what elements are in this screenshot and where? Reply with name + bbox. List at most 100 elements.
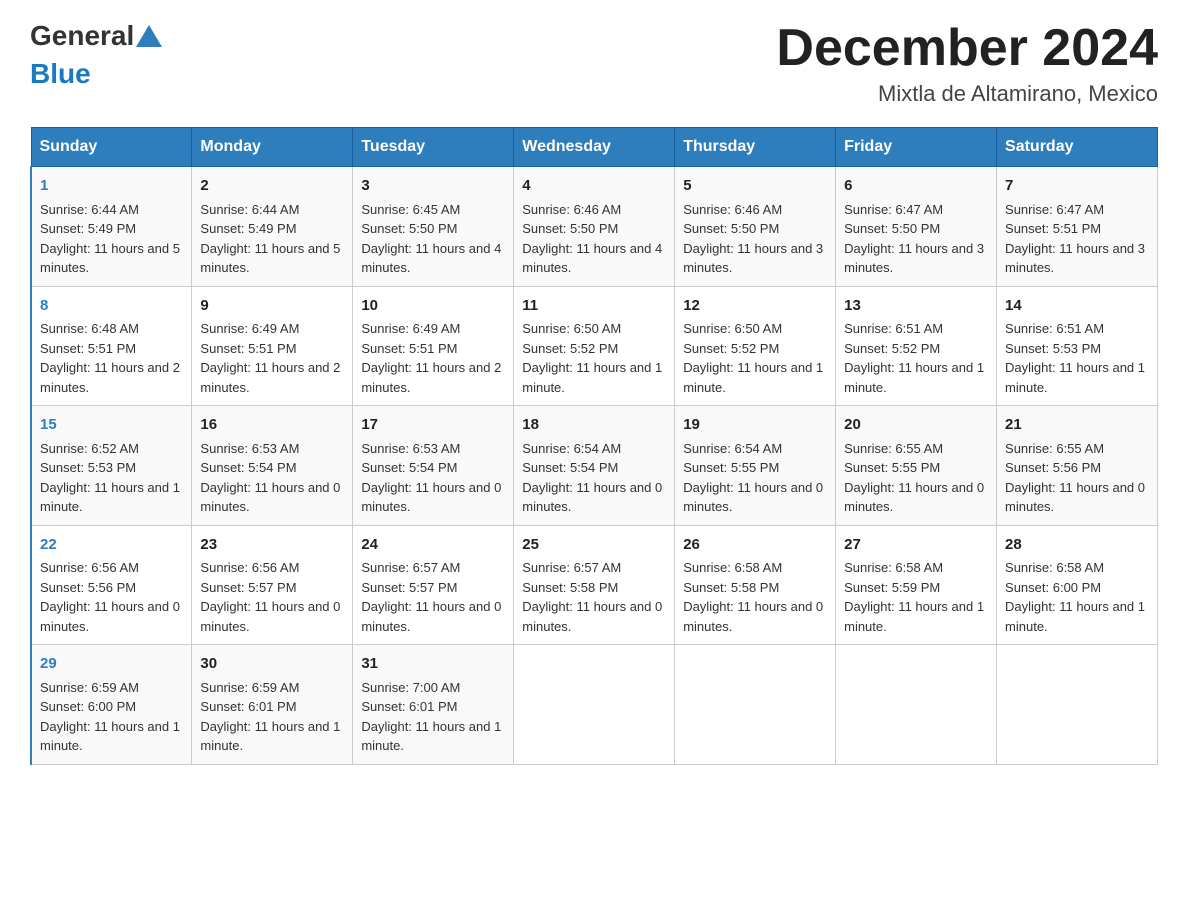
calendar-day-cell: 5 Sunrise: 6:46 AMSunset: 5:50 PMDayligh… bbox=[675, 167, 836, 287]
day-number: 8 bbox=[40, 295, 183, 318]
day-number: 4 bbox=[522, 175, 666, 198]
col-monday: Monday bbox=[192, 128, 353, 167]
day-info: Sunrise: 6:50 AMSunset: 5:52 PMDaylight:… bbox=[522, 321, 662, 395]
calendar-week-row: 8 Sunrise: 6:48 AMSunset: 5:51 PMDayligh… bbox=[31, 286, 1158, 406]
calendar-day-cell: 7 Sunrise: 6:47 AMSunset: 5:51 PMDayligh… bbox=[997, 167, 1158, 287]
calendar-day-cell: 9 Sunrise: 6:49 AMSunset: 5:51 PMDayligh… bbox=[192, 286, 353, 406]
calendar-day-cell: 3 Sunrise: 6:45 AMSunset: 5:50 PMDayligh… bbox=[353, 167, 514, 287]
day-number: 15 bbox=[40, 414, 183, 437]
day-number: 24 bbox=[361, 534, 505, 557]
calendar-day-cell: 20 Sunrise: 6:55 AMSunset: 5:55 PMDaylig… bbox=[836, 406, 997, 526]
day-info: Sunrise: 6:58 AMSunset: 6:00 PMDaylight:… bbox=[1005, 560, 1145, 634]
day-number: 6 bbox=[844, 175, 988, 198]
title-block: December 2024 Mixtla de Altamirano, Mexi… bbox=[776, 20, 1158, 107]
logo-blue-text: Blue bbox=[30, 58, 91, 90]
calendar-day-cell: 13 Sunrise: 6:51 AMSunset: 5:52 PMDaylig… bbox=[836, 286, 997, 406]
day-info: Sunrise: 6:55 AMSunset: 5:56 PMDaylight:… bbox=[1005, 441, 1145, 515]
calendar-day-cell: 26 Sunrise: 6:58 AMSunset: 5:58 PMDaylig… bbox=[675, 525, 836, 645]
calendar-day-cell: 11 Sunrise: 6:50 AMSunset: 5:52 PMDaylig… bbox=[514, 286, 675, 406]
day-number: 19 bbox=[683, 414, 827, 437]
day-number: 14 bbox=[1005, 295, 1149, 318]
day-info: Sunrise: 6:57 AMSunset: 5:57 PMDaylight:… bbox=[361, 560, 501, 634]
day-number: 11 bbox=[522, 295, 666, 318]
calendar-day-cell: 29 Sunrise: 6:59 AMSunset: 6:00 PMDaylig… bbox=[31, 645, 192, 765]
day-number: 10 bbox=[361, 295, 505, 318]
calendar-day-cell: 2 Sunrise: 6:44 AMSunset: 5:49 PMDayligh… bbox=[192, 167, 353, 287]
calendar-day-cell: 4 Sunrise: 6:46 AMSunset: 5:50 PMDayligh… bbox=[514, 167, 675, 287]
day-number: 17 bbox=[361, 414, 505, 437]
calendar-day-cell: 24 Sunrise: 6:57 AMSunset: 5:57 PMDaylig… bbox=[353, 525, 514, 645]
page-title: December 2024 bbox=[776, 20, 1158, 77]
day-number: 27 bbox=[844, 534, 988, 557]
day-info: Sunrise: 6:48 AMSunset: 5:51 PMDaylight:… bbox=[40, 321, 180, 395]
page-header: General Blue December 2024 Mixtla de Alt… bbox=[30, 20, 1158, 107]
calendar-header-row: Sunday Monday Tuesday Wednesday Thursday… bbox=[31, 128, 1158, 167]
calendar-day-cell: 27 Sunrise: 6:58 AMSunset: 5:59 PMDaylig… bbox=[836, 525, 997, 645]
calendar-day-cell: 15 Sunrise: 6:52 AMSunset: 5:53 PMDaylig… bbox=[31, 406, 192, 526]
calendar-table: Sunday Monday Tuesday Wednesday Thursday… bbox=[30, 127, 1158, 765]
calendar-day-cell: 28 Sunrise: 6:58 AMSunset: 6:00 PMDaylig… bbox=[997, 525, 1158, 645]
day-info: Sunrise: 6:58 AMSunset: 5:58 PMDaylight:… bbox=[683, 560, 823, 634]
calendar-day-cell: 12 Sunrise: 6:50 AMSunset: 5:52 PMDaylig… bbox=[675, 286, 836, 406]
calendar-day-cell: 25 Sunrise: 6:57 AMSunset: 5:58 PMDaylig… bbox=[514, 525, 675, 645]
day-info: Sunrise: 6:51 AMSunset: 5:53 PMDaylight:… bbox=[1005, 321, 1145, 395]
day-number: 30 bbox=[200, 653, 344, 676]
day-number: 20 bbox=[844, 414, 988, 437]
day-number: 7 bbox=[1005, 175, 1149, 198]
col-sunday: Sunday bbox=[31, 128, 192, 167]
day-number: 12 bbox=[683, 295, 827, 318]
calendar-day-cell: 14 Sunrise: 6:51 AMSunset: 5:53 PMDaylig… bbox=[997, 286, 1158, 406]
logo-general-text: General bbox=[30, 20, 134, 52]
day-info: Sunrise: 6:44 AMSunset: 5:49 PMDaylight:… bbox=[40, 202, 180, 276]
day-number: 18 bbox=[522, 414, 666, 437]
col-wednesday: Wednesday bbox=[514, 128, 675, 167]
col-friday: Friday bbox=[836, 128, 997, 167]
day-info: Sunrise: 6:54 AMSunset: 5:55 PMDaylight:… bbox=[683, 441, 823, 515]
col-thursday: Thursday bbox=[675, 128, 836, 167]
calendar-day-cell: 17 Sunrise: 6:53 AMSunset: 5:54 PMDaylig… bbox=[353, 406, 514, 526]
calendar-day-cell: 19 Sunrise: 6:54 AMSunset: 5:55 PMDaylig… bbox=[675, 406, 836, 526]
day-info: Sunrise: 6:44 AMSunset: 5:49 PMDaylight:… bbox=[200, 202, 340, 276]
day-info: Sunrise: 6:47 AMSunset: 5:51 PMDaylight:… bbox=[1005, 202, 1145, 276]
day-info: Sunrise: 6:59 AMSunset: 6:01 PMDaylight:… bbox=[200, 680, 340, 754]
day-number: 9 bbox=[200, 295, 344, 318]
day-info: Sunrise: 6:57 AMSunset: 5:58 PMDaylight:… bbox=[522, 560, 662, 634]
day-number: 25 bbox=[522, 534, 666, 557]
calendar-day-cell bbox=[514, 645, 675, 765]
calendar-day-cell: 30 Sunrise: 6:59 AMSunset: 6:01 PMDaylig… bbox=[192, 645, 353, 765]
day-number: 1 bbox=[40, 175, 183, 198]
day-info: Sunrise: 6:53 AMSunset: 5:54 PMDaylight:… bbox=[200, 441, 340, 515]
day-info: Sunrise: 6:45 AMSunset: 5:50 PMDaylight:… bbox=[361, 202, 501, 276]
calendar-week-row: 15 Sunrise: 6:52 AMSunset: 5:53 PMDaylig… bbox=[31, 406, 1158, 526]
calendar-day-cell: 8 Sunrise: 6:48 AMSunset: 5:51 PMDayligh… bbox=[31, 286, 192, 406]
calendar-week-row: 22 Sunrise: 6:56 AMSunset: 5:56 PMDaylig… bbox=[31, 525, 1158, 645]
day-number: 21 bbox=[1005, 414, 1149, 437]
day-info: Sunrise: 6:46 AMSunset: 5:50 PMDaylight:… bbox=[683, 202, 823, 276]
day-number: 26 bbox=[683, 534, 827, 557]
logo: General Blue bbox=[30, 20, 162, 90]
calendar-day-cell: 10 Sunrise: 6:49 AMSunset: 5:51 PMDaylig… bbox=[353, 286, 514, 406]
day-info: Sunrise: 6:49 AMSunset: 5:51 PMDaylight:… bbox=[361, 321, 501, 395]
calendar-day-cell: 18 Sunrise: 6:54 AMSunset: 5:54 PMDaylig… bbox=[514, 406, 675, 526]
calendar-day-cell: 6 Sunrise: 6:47 AMSunset: 5:50 PMDayligh… bbox=[836, 167, 997, 287]
day-info: Sunrise: 6:54 AMSunset: 5:54 PMDaylight:… bbox=[522, 441, 662, 515]
day-number: 29 bbox=[40, 653, 183, 676]
calendar-day-cell: 16 Sunrise: 6:53 AMSunset: 5:54 PMDaylig… bbox=[192, 406, 353, 526]
day-number: 2 bbox=[200, 175, 344, 198]
calendar-day-cell bbox=[997, 645, 1158, 765]
calendar-day-cell bbox=[675, 645, 836, 765]
calendar-day-cell: 31 Sunrise: 7:00 AMSunset: 6:01 PMDaylig… bbox=[353, 645, 514, 765]
day-number: 5 bbox=[683, 175, 827, 198]
calendar-day-cell: 22 Sunrise: 6:56 AMSunset: 5:56 PMDaylig… bbox=[31, 525, 192, 645]
page-subtitle: Mixtla de Altamirano, Mexico bbox=[776, 81, 1158, 107]
calendar-day-cell: 1 Sunrise: 6:44 AMSunset: 5:49 PMDayligh… bbox=[31, 167, 192, 287]
calendar-day-cell: 23 Sunrise: 6:56 AMSunset: 5:57 PMDaylig… bbox=[192, 525, 353, 645]
day-info: Sunrise: 7:00 AMSunset: 6:01 PMDaylight:… bbox=[361, 680, 501, 754]
day-number: 16 bbox=[200, 414, 344, 437]
day-number: 3 bbox=[361, 175, 505, 198]
day-info: Sunrise: 6:59 AMSunset: 6:00 PMDaylight:… bbox=[40, 680, 180, 754]
day-info: Sunrise: 6:51 AMSunset: 5:52 PMDaylight:… bbox=[844, 321, 984, 395]
calendar-day-cell bbox=[836, 645, 997, 765]
col-tuesday: Tuesday bbox=[353, 128, 514, 167]
col-saturday: Saturday bbox=[997, 128, 1158, 167]
